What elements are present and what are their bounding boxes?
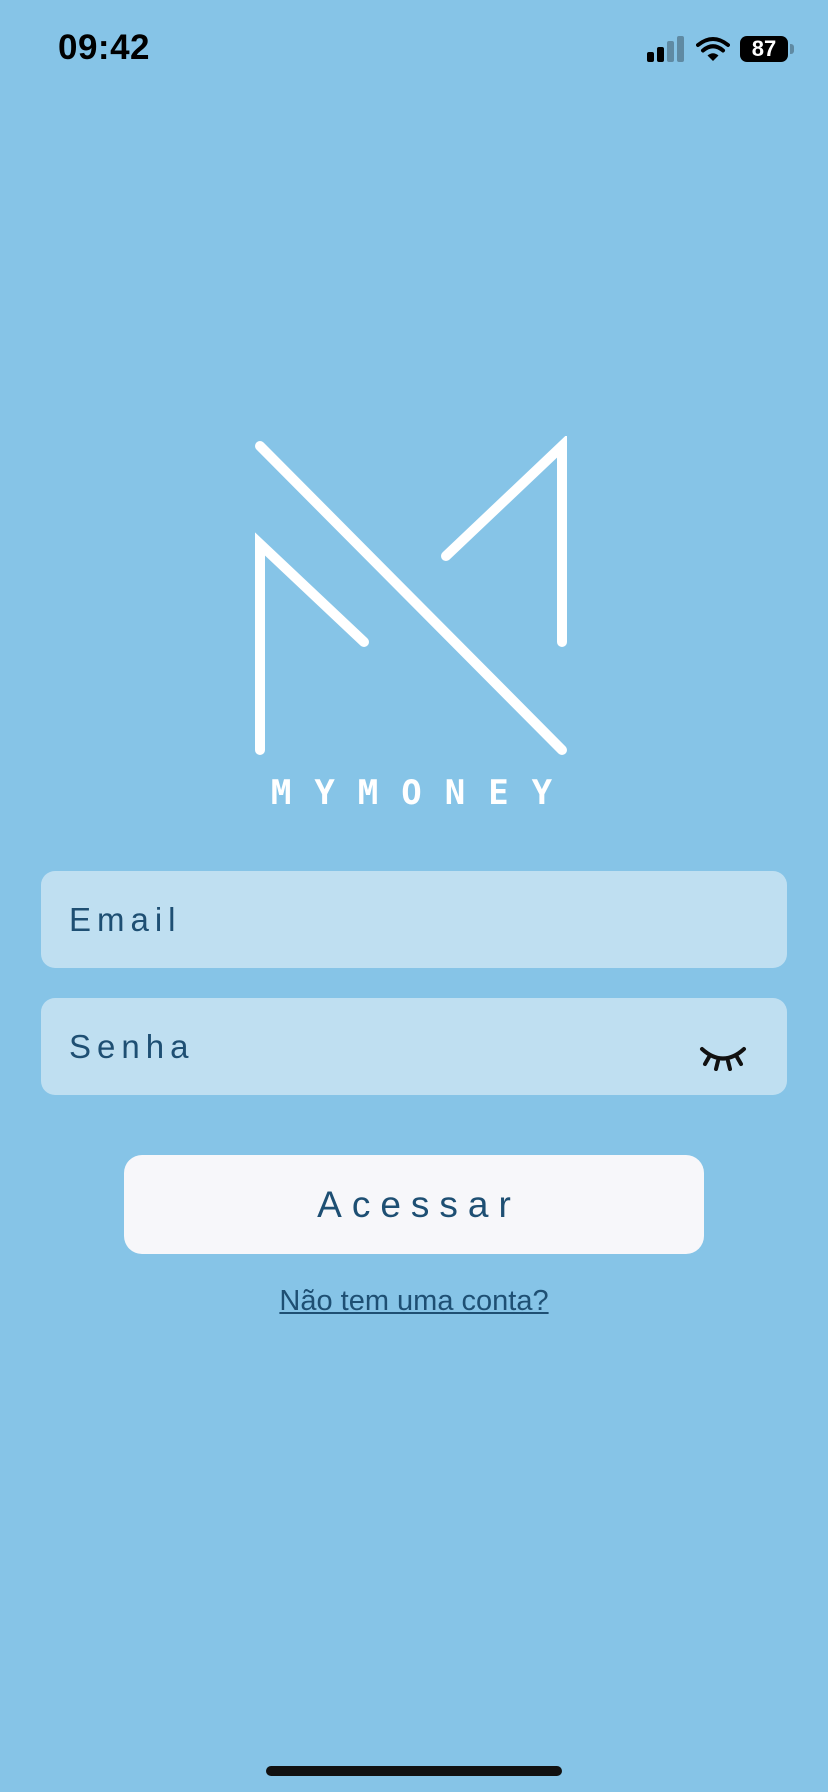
signup-link[interactable]: Não tem uma conta? bbox=[0, 1285, 828, 1318]
password-placeholder: Senha bbox=[69, 1027, 195, 1065]
email-placeholder: Email bbox=[69, 900, 182, 938]
battery-level: 87 bbox=[740, 36, 788, 62]
battery-cap bbox=[790, 44, 794, 54]
battery-indicator: 87 bbox=[740, 36, 794, 62]
login-button[interactable]: Acessar bbox=[124, 1155, 704, 1254]
eye-closed-icon[interactable] bbox=[699, 1044, 747, 1074]
app-logo: MYMONEY bbox=[252, 436, 576, 816]
status-time: 09:42 bbox=[58, 28, 151, 67]
cellular-signal-icon bbox=[647, 36, 684, 62]
status-icons: 87 bbox=[646, 34, 794, 64]
email-field[interactable]: Email bbox=[41, 871, 787, 968]
home-indicator bbox=[266, 1766, 562, 1776]
status-bar: 09:42 87 bbox=[0, 0, 828, 100]
mymoney-logo-mark bbox=[255, 436, 567, 755]
password-field[interactable]: Senha bbox=[41, 998, 787, 1095]
wifi-icon bbox=[696, 37, 730, 61]
logo-wordmark: MYMONEY bbox=[270, 773, 576, 813]
